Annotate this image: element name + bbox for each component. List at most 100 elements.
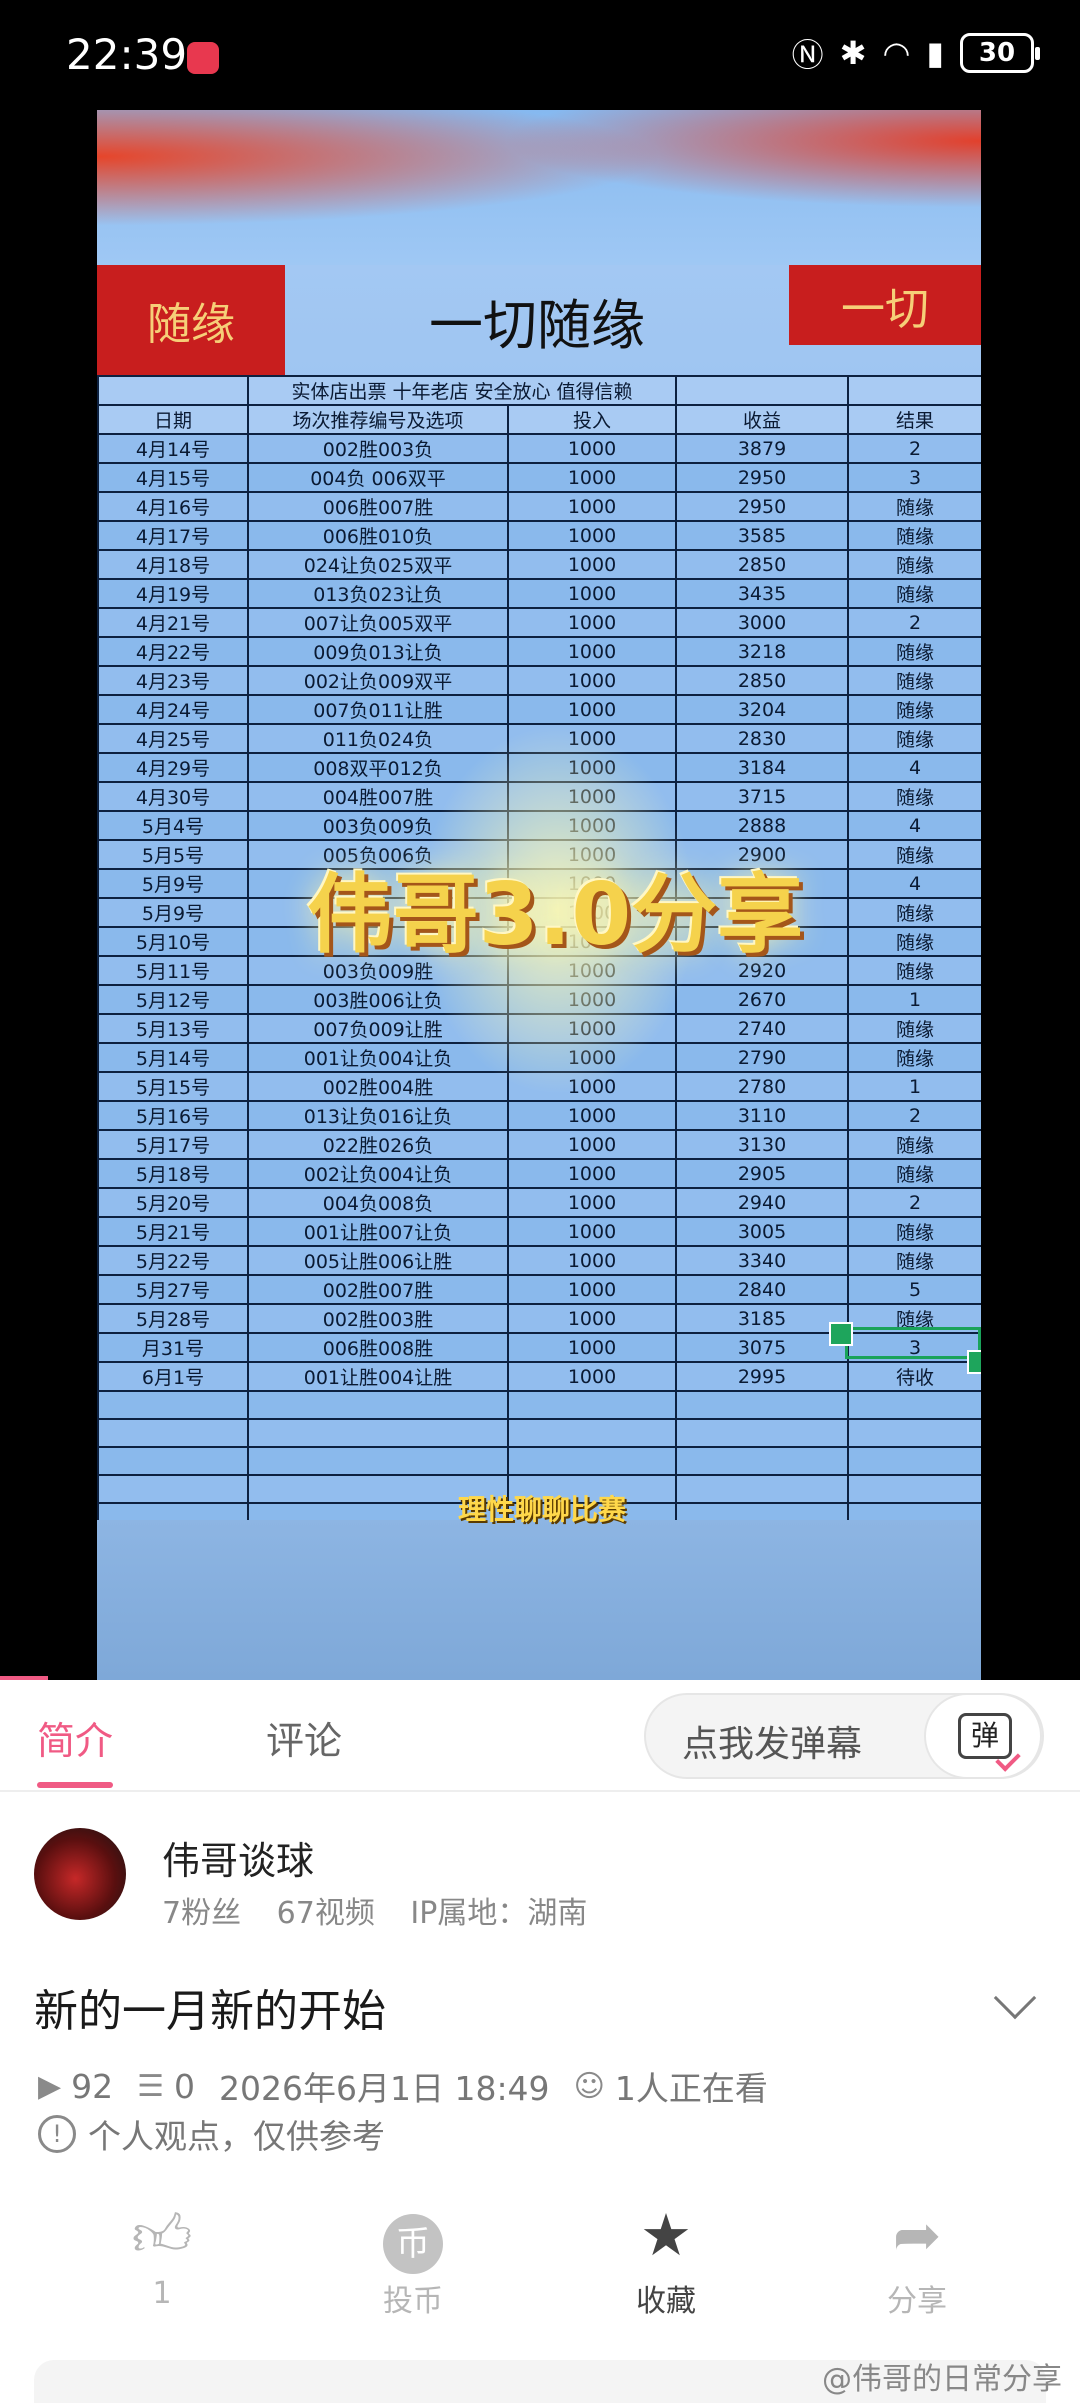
danmaku-input[interactable]: 点我发弹幕 弹 xyxy=(644,1693,1044,1779)
table-row: 4月18号 024让负025双平 1000 2850 随缘 xyxy=(97,549,981,580)
follower-count: 7粉丝 xyxy=(162,1896,242,1931)
table-row: 4月16号 006胜007胜 1000 2950 随缘 xyxy=(97,491,981,522)
tab-comments[interactable]: 评论 xyxy=(266,1710,342,1765)
star-icon: ★ xyxy=(640,2201,692,2269)
table-cell xyxy=(247,1418,509,1448)
table-cell: 3340 xyxy=(675,1245,849,1276)
video-frame: 随缘 一切随缘 一切 实体店出票 十年老店 安全放心 值得信赖 日期 场次推荐编… xyxy=(97,110,981,1680)
status-bar: 22:39 Ⓝ ✱ ◠ ▮ 30 xyxy=(0,0,1080,110)
table-cell: 4月30号 xyxy=(97,781,249,812)
favorite-button[interactable]: ★ 收藏 xyxy=(596,2200,736,2320)
chevron-down-icon[interactable] xyxy=(993,1976,1037,2020)
table-cell: 随缘 xyxy=(847,723,981,754)
table-row: 4月21号 007让负005双平 1000 3000 2 xyxy=(97,607,981,638)
table-cell xyxy=(847,1446,981,1476)
table-cell: 5月12号 xyxy=(97,984,249,1015)
table-cell: 4月16号 xyxy=(97,491,249,522)
play-count-value: 92 xyxy=(71,2066,114,2106)
blurred-banner xyxy=(97,110,981,265)
table-cell: 3000 xyxy=(675,607,849,638)
seal-right: 一切 xyxy=(789,265,981,345)
table-cell: 1 xyxy=(847,984,981,1015)
table-cell: 随缘 xyxy=(847,694,981,725)
coin-button[interactable]: 币 投币 xyxy=(343,2200,483,2320)
danmaku-placeholder: 点我发弹幕 xyxy=(682,1724,863,1765)
table-cell: 待收 xyxy=(847,1361,981,1392)
table-cell: 随缘 xyxy=(847,1042,981,1073)
tab-bar: 简介 评论 点我发弹幕 弹 xyxy=(0,1680,1080,1792)
table-cell: 随缘 xyxy=(847,520,981,551)
like-button[interactable]: 👍︎ 1 xyxy=(92,2200,232,2311)
table-cell: 3075 xyxy=(675,1332,849,1363)
table-cell: 随缘 xyxy=(847,491,981,522)
coin-label: 投币 xyxy=(383,2284,443,2319)
table-row-empty xyxy=(97,1446,981,1476)
table-cell: 006胜008胜 xyxy=(247,1332,509,1363)
table-cell: 5月13号 xyxy=(97,1013,249,1044)
disclaimer: ! 个人观点，仅供参考 xyxy=(38,2110,385,2158)
play-count: ▶ 92 xyxy=(38,2067,113,2106)
table-cell xyxy=(847,1418,981,1448)
table-cell: 5月20号 xyxy=(97,1187,249,1218)
table-cell: 2850 xyxy=(675,549,849,580)
table-row: 4月19号 013负023让负 1000 3435 随缘 xyxy=(97,578,981,609)
table-cell: 5月4号 xyxy=(97,810,249,841)
video-player[interactable]: 随缘 一切随缘 一切 实体店出票 十年老店 安全放心 值得信赖 日期 场次推荐编… xyxy=(0,110,1080,1681)
table-row: 5月18号 002让负004让负 1000 2905 随缘 xyxy=(97,1158,981,1189)
overlay-title: 伟哥3.0分享 xyxy=(306,865,804,965)
danmaku-toggle-button[interactable]: 弹 xyxy=(924,1693,1042,1779)
table-cell: 5月18号 xyxy=(97,1158,249,1189)
ip-location: IP属地：湖南 xyxy=(410,1896,588,1931)
action-bar: 👍︎ 1 币 投币 ★ 收藏 ➦ 分享 xyxy=(0,2200,1080,2330)
app-notification-icon xyxy=(187,42,219,74)
table-cell: 4月22号 xyxy=(97,636,249,667)
table-cell: 1000 xyxy=(507,1129,677,1160)
table-subheader: 实体店出票 十年老店 安全放心 值得信赖 xyxy=(247,375,677,406)
table-cell: 随缘 xyxy=(847,1216,981,1247)
share-button[interactable]: ➦ 分享 xyxy=(847,2200,987,2320)
bluetooth-icon: ✱ xyxy=(839,34,867,72)
table-cell: 5月21号 xyxy=(97,1216,249,1247)
table-cell: 013负023让负 xyxy=(247,578,509,609)
table-cell: 1000 xyxy=(507,1245,677,1276)
table-cell: 3005 xyxy=(675,1216,849,1247)
table-cell xyxy=(97,1390,249,1420)
table-cell: 5月5号 xyxy=(97,839,249,870)
table-cell: 006胜007胜 xyxy=(247,491,509,522)
table-cell: 随缘 xyxy=(847,549,981,580)
table-cell: 随缘 xyxy=(847,1129,981,1160)
avatar[interactable] xyxy=(34,1828,126,1920)
seal-left: 随缘 xyxy=(97,265,285,375)
table-cell: 随缘 xyxy=(847,665,981,696)
table-row: 4月14号 002胜003负 1000 3879 2 xyxy=(97,433,981,464)
table-cell xyxy=(675,1446,849,1476)
share-label: 分享 xyxy=(887,2284,947,2319)
table-cell xyxy=(507,1418,677,1448)
publish-time: 2026年6月1日 18:49 xyxy=(219,2062,550,2110)
table-cell: 随缘 xyxy=(847,636,981,667)
table-row: 4月17号 006胜010负 1000 3585 随缘 xyxy=(97,520,981,551)
table-row: 5月17号 022胜026负 1000 3130 随缘 xyxy=(97,1129,981,1160)
table-cell: 2840 xyxy=(675,1274,849,1305)
table-row: 6月1号 001让胜004让胜 1000 2995 待收 xyxy=(97,1361,981,1392)
table-row: 5月21号 001让胜007让负 1000 3005 随缘 xyxy=(97,1216,981,1247)
table-cell: 2 xyxy=(847,1187,981,1218)
table-cell: 3218 xyxy=(675,636,849,667)
watching-now: ☺ 1人正在看 xyxy=(574,2062,768,2110)
table-row: 5月27号 002胜007胜 1000 2840 5 xyxy=(97,1274,981,1305)
play-icon: ▶ xyxy=(38,2068,62,2104)
selection-handle xyxy=(967,1350,981,1374)
publish-time-value: 2026年6月1日 18:49 xyxy=(218,2069,550,2108)
table-cell: 3 xyxy=(847,462,981,493)
uploader-name[interactable]: 伟哥谈球 xyxy=(162,1830,314,1885)
table-cell: 1000 xyxy=(507,1274,677,1305)
video-caption: 理性聊聊比赛 xyxy=(457,1493,626,1526)
selection-handle xyxy=(829,1322,853,1346)
table-cell: 随缘 xyxy=(847,955,981,986)
tab-intro[interactable]: 简介 xyxy=(37,1710,113,1765)
table-cell: 2995 xyxy=(675,1361,849,1392)
table-cell: 1000 xyxy=(507,1158,677,1189)
wifi-icon: ◠ xyxy=(882,34,911,72)
table-cell: 随缘 xyxy=(847,781,981,812)
table-cell xyxy=(507,1446,677,1476)
